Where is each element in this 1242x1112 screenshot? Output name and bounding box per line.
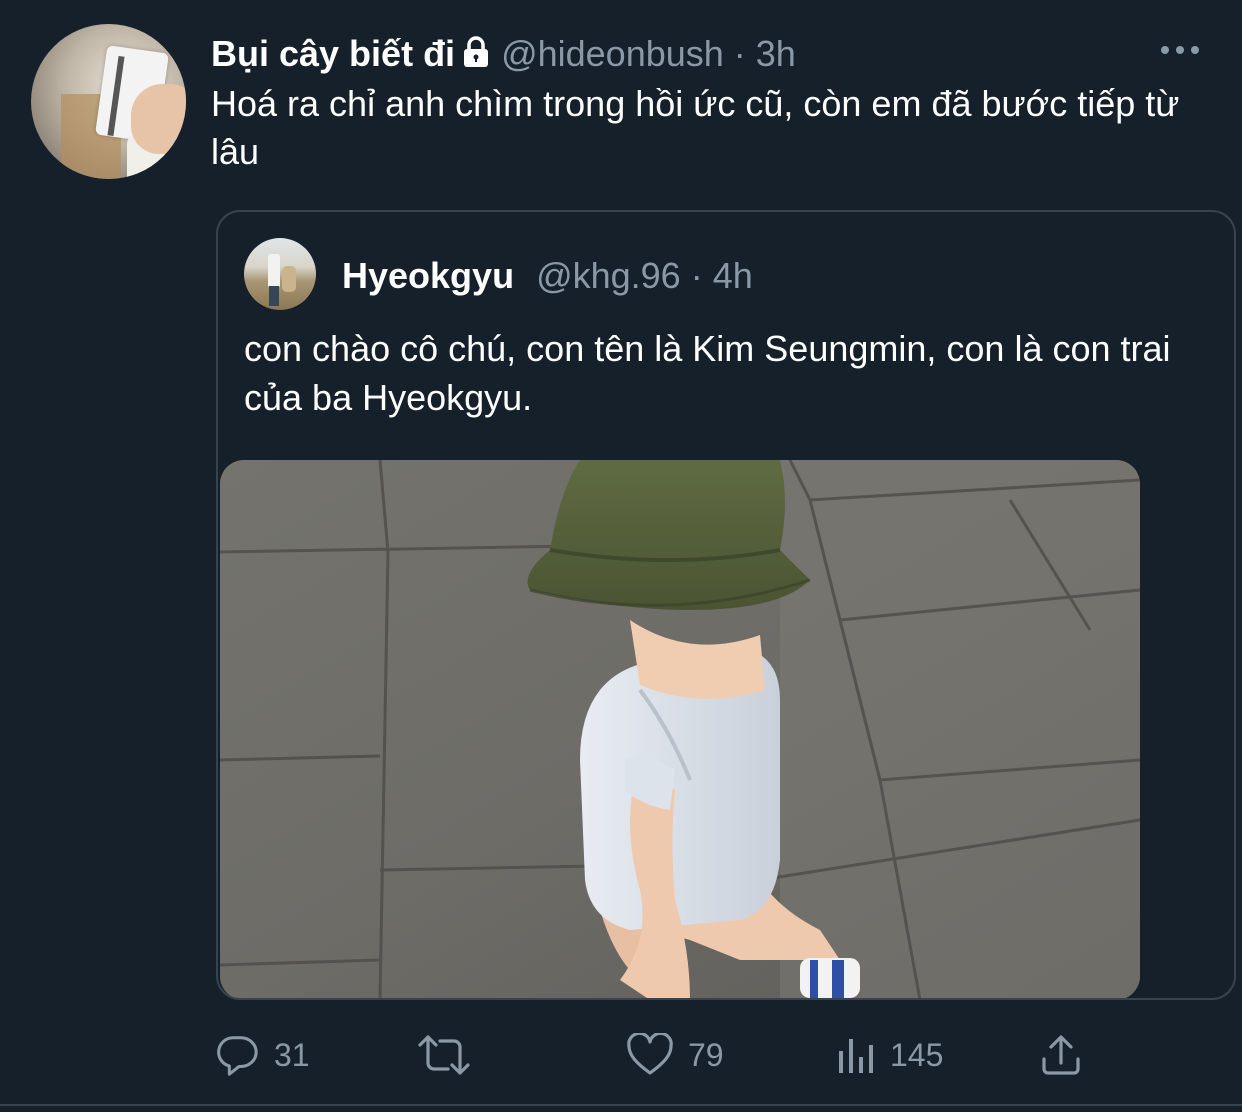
- author-handle[interactable]: @hideonbush: [501, 30, 724, 78]
- reply-icon: [214, 1032, 260, 1078]
- analytics-icon: [836, 1035, 876, 1075]
- like-count: 79: [688, 1036, 724, 1073]
- views-button[interactable]: 145: [836, 1025, 943, 1085]
- tweet-text: Hoá ra chỉ anh chìm trong hồi ức cũ, còn…: [211, 83, 1180, 172]
- lock-icon: [461, 33, 491, 67]
- header-separator: ·: [733, 33, 746, 74]
- avatar-hand: [131, 84, 186, 154]
- quoted-author-display-name: Hyeokgyu: [342, 255, 515, 296]
- quoted-author-avatar[interactable]: [244, 238, 316, 310]
- tweet-timestamp[interactable]: 3h: [756, 30, 796, 78]
- more-options-icon[interactable]: [1158, 36, 1202, 64]
- share-icon: [1040, 1033, 1082, 1077]
- like-button[interactable]: 79: [626, 1025, 724, 1085]
- reply-button[interactable]: 31: [214, 1025, 310, 1085]
- retweet-button[interactable]: [416, 1025, 486, 1085]
- avatar-figure-pants: [269, 286, 279, 306]
- avatar-figure-shirt: [268, 254, 280, 288]
- quoted-tweet-timestamp: 4h: [712, 255, 753, 296]
- quoted-header-separator: ·: [690, 255, 703, 296]
- author-avatar[interactable]: [31, 24, 186, 179]
- reply-count: 31: [274, 1036, 310, 1073]
- photo-toddler-bucket-hat: [220, 460, 1140, 998]
- avatar-figure-animal: [282, 266, 296, 292]
- quoted-author-handle: @khg.96: [536, 255, 681, 296]
- heart-icon: [626, 1033, 674, 1077]
- tweet-divider: [0, 1104, 1242, 1106]
- author-display-name[interactable]: Bụi cây biết đi: [211, 30, 455, 78]
- tweet-actions: 31 79 145: [0, 1025, 1242, 1085]
- quoted-tweet-header: Hyeokgyu @khg.96 · 4h: [342, 252, 753, 300]
- share-button[interactable]: [1040, 1025, 1082, 1085]
- views-count: 145: [890, 1036, 944, 1073]
- quoted-tweet-text: con chào cô chú, con tên là Kim Seungmin…: [244, 328, 1171, 418]
- quoted-tweet[interactable]: Hyeokgyu @khg.96 · 4h con chào cô chú, c…: [216, 210, 1236, 1000]
- retweet-icon: [416, 1033, 472, 1077]
- tweet[interactable]: Bụi cây biết đi @hideonbush · 3h Hoá ra …: [0, 0, 1242, 1112]
- quoted-tweet-photo[interactable]: [220, 460, 1140, 998]
- tweet-header: Bụi cây biết đi @hideonbush · 3h: [211, 30, 796, 78]
